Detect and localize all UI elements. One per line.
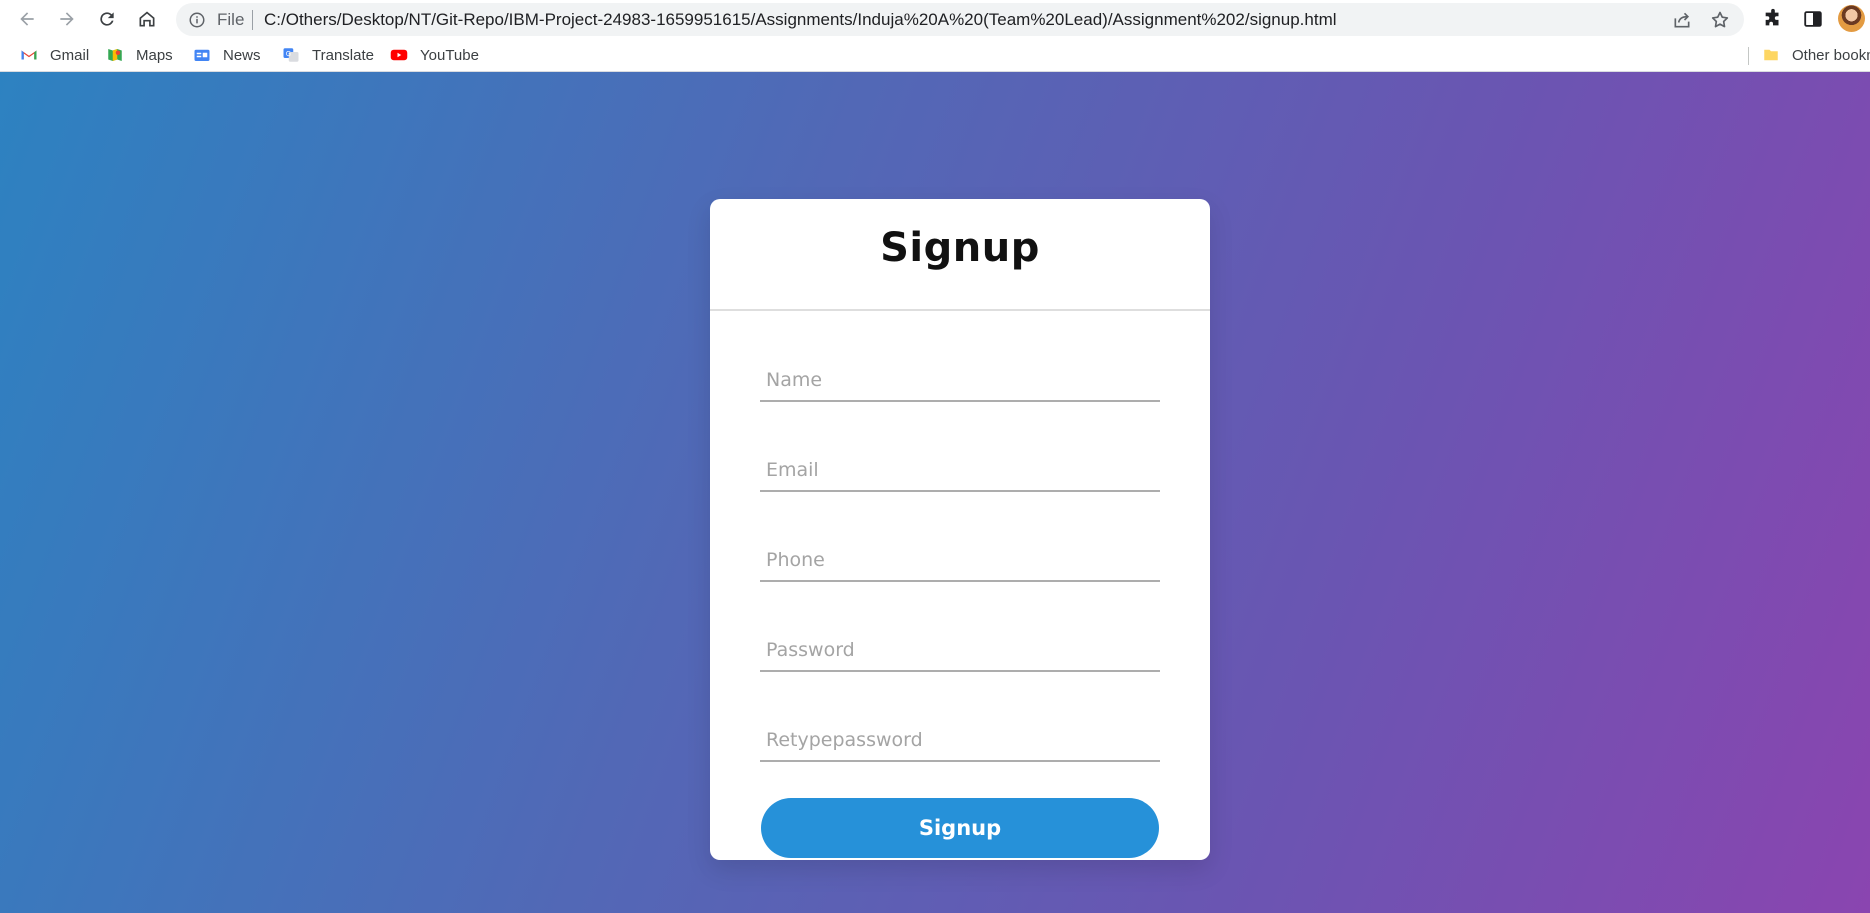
reload-button[interactable]: [92, 4, 122, 34]
youtube-icon: [390, 49, 408, 61]
password-input[interactable]: [760, 630, 1160, 670]
bookmark-label: Gmail: [50, 46, 90, 64]
reload-icon: [100, 12, 114, 26]
news-icon: [194, 49, 210, 61]
bookmarks-divider: [1748, 47, 1749, 65]
bookmarks-bar: Gmail Maps News G Translate YouTube Othe…: [0, 38, 1870, 72]
name-field: [760, 360, 1160, 402]
bookmark-news[interactable]: News: [193, 46, 261, 64]
email-field: [760, 450, 1160, 492]
email-input[interactable]: [760, 450, 1160, 490]
page-title: Signup: [880, 225, 1040, 271]
signup-button[interactable]: Signup: [761, 798, 1159, 858]
arrow-right-icon: [60, 12, 74, 26]
name-input[interactable]: [760, 360, 1160, 400]
phone-field: [760, 540, 1160, 582]
url-text[interactable]: C:/Others/Desktop/NT/Git-Repo/IBM-Projec…: [264, 11, 1337, 29]
side-panel-icon[interactable]: [1802, 8, 1824, 30]
retype-password-field: [760, 720, 1160, 762]
arrow-left-icon: [20, 12, 34, 26]
omnibox-divider: [252, 10, 253, 30]
browser-toolbar: File C:/Others/Desktop/NT/Git-Repo/IBM-P…: [0, 0, 1870, 38]
bookmark-label: Other bookm: [1792, 46, 1870, 64]
back-button[interactable]: [12, 4, 42, 34]
share-icon[interactable]: [1672, 10, 1692, 30]
bookmark-label: News: [223, 46, 261, 64]
bookmark-star-icon[interactable]: [1710, 10, 1730, 30]
extensions-icon[interactable]: [1762, 8, 1784, 30]
signup-card: Signup Signup: [710, 199, 1210, 860]
bookmark-label: Translate: [312, 46, 374, 64]
info-icon[interactable]: [188, 11, 206, 29]
home-button[interactable]: [132, 4, 162, 34]
bookmark-other[interactable]: Other bookm: [1762, 46, 1870, 64]
address-bar[interactable]: File C:/Others/Desktop/NT/Git-Repo/IBM-P…: [176, 3, 1744, 36]
forward-button[interactable]: [52, 4, 82, 34]
page-background: Signup Signup: [0, 72, 1870, 913]
bookmark-maps[interactable]: Maps: [106, 46, 173, 64]
svg-text:G: G: [286, 50, 291, 58]
bookmark-translate[interactable]: G Translate: [282, 46, 374, 64]
home-icon: [139, 11, 155, 27]
translate-icon: G: [283, 48, 299, 62]
password-field: [760, 630, 1160, 672]
bookmark-gmail[interactable]: Gmail: [20, 46, 89, 64]
profile-avatar[interactable]: [1838, 5, 1865, 32]
bookmark-label: Maps: [136, 46, 173, 64]
scheme-label: File: [217, 10, 245, 29]
phone-input[interactable]: [760, 540, 1160, 580]
bookmark-youtube[interactable]: YouTube: [390, 46, 479, 64]
maps-icon: [108, 49, 122, 61]
bookmark-label: YouTube: [420, 46, 479, 64]
folder-icon: [1764, 49, 1778, 61]
title-divider: [710, 309, 1210, 311]
retype-password-input[interactable]: [760, 720, 1160, 760]
gmail-icon: [21, 50, 37, 60]
